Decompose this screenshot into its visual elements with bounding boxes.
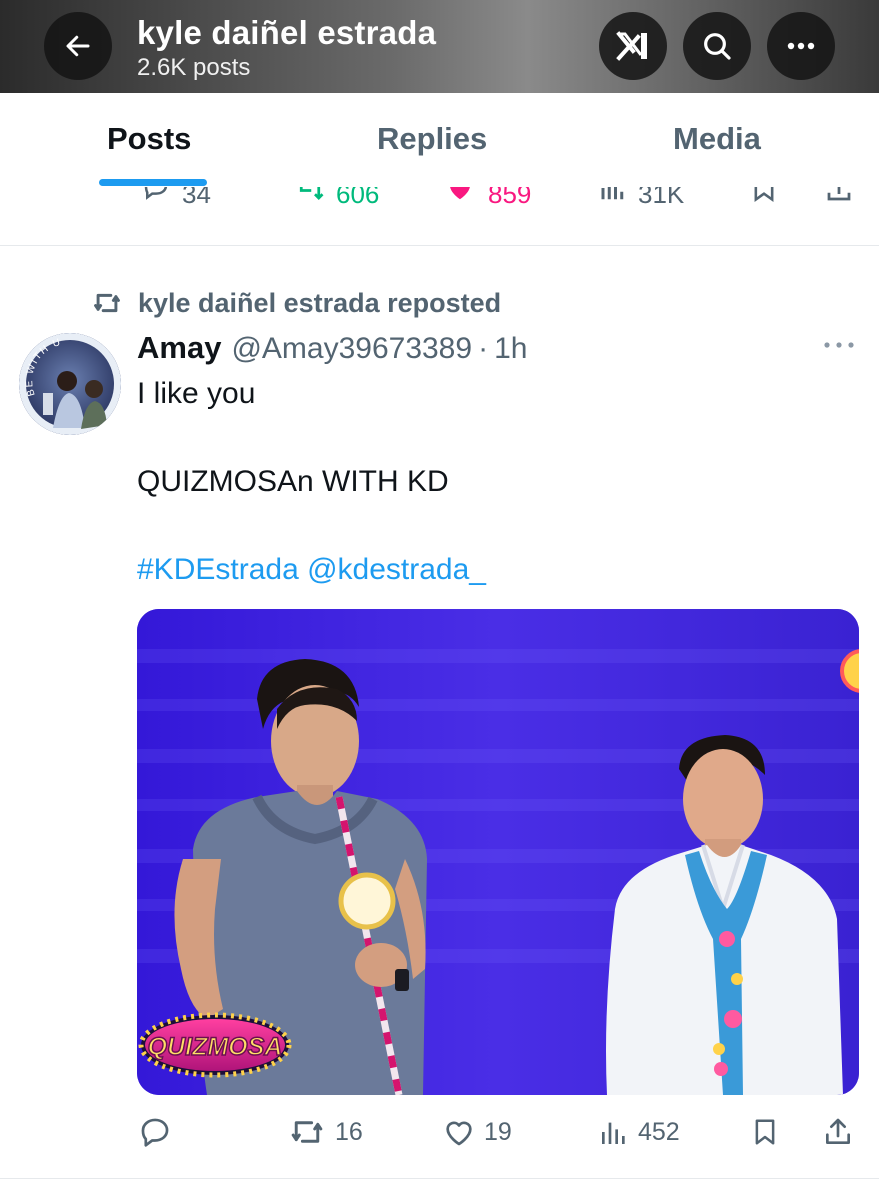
tab-replies[interactable]: Replies — [377, 121, 487, 157]
repost-icon — [94, 293, 120, 313]
tweet-more-icon[interactable] — [822, 340, 856, 350]
profile-name: kyle daiñel estrada — [137, 14, 437, 51]
grok-button[interactable] — [599, 12, 667, 80]
avatar-ring-text: BE WITH U — [24, 337, 63, 398]
repost-count: 16 — [335, 1117, 363, 1146]
tweet-text-line1: I like you — [137, 377, 256, 410]
share-icon — [826, 1118, 850, 1144]
repost-label: kyle daiñel estrada reposted — [138, 287, 502, 318]
separator: · — [478, 332, 489, 365]
media-logo-text: QUIZMOSA — [148, 1033, 283, 1061]
profile-header: kyle daiñel estrada 2.6K posts — [0, 0, 879, 93]
share-button[interactable] — [822, 1112, 854, 1152]
author-name[interactable]: Amay — [137, 330, 221, 366]
more-button[interactable] — [767, 12, 835, 80]
like-button[interactable]: 19 — [442, 1112, 512, 1152]
avatar-text: BE WITH U — [24, 337, 61, 398]
profile-tabs: Posts Replies Media — [0, 93, 879, 187]
like-filled-icon[interactable] — [444, 187, 476, 203]
reply-button[interactable] — [138, 1112, 180, 1152]
hashtag-link[interactable]: #KDEstrada — [137, 553, 299, 586]
bookmark-icon[interactable] — [750, 187, 778, 205]
post-time[interactable]: 1h — [494, 332, 527, 366]
like-icon — [446, 1121, 472, 1146]
repost-context[interactable]: kyle daiñel estrada reposted — [90, 286, 501, 320]
svg-text:BE WITH U: BE WITH U — [24, 337, 63, 398]
back-button[interactable] — [44, 12, 112, 80]
bookmark-icon — [755, 1119, 775, 1145]
previous-post-actions: 34 606 859 31K — [0, 187, 879, 207]
post-divider-bottom — [0, 1178, 879, 1179]
tweet-author-row: Amay @Amay39673389 · 1h — [137, 330, 527, 370]
bookmark-button[interactable] — [750, 1112, 780, 1152]
tweet-text-line2: QUIZMOSAn WITH KD — [137, 465, 449, 498]
previous-like-count: 859 — [488, 187, 532, 207]
tweet-tags: #KDEstrada @kdestrada_ — [137, 553, 486, 587]
reply-icon — [141, 1118, 169, 1147]
repost-button[interactable]: 16 — [287, 1112, 363, 1152]
share-icon[interactable] — [824, 187, 854, 205]
author-handle[interactable]: @Amay39673389 — [231, 332, 472, 366]
back-arrow-icon — [66, 35, 90, 57]
views-icon[interactable] — [598, 187, 628, 203]
tab-posts[interactable]: Posts — [107, 121, 191, 157]
reply-icon[interactable] — [140, 187, 172, 203]
tweet-media-image[interactable]: QUIZMOSA — [137, 609, 859, 1095]
mention-link[interactable]: @kdestrada_ — [307, 553, 486, 586]
search-icon — [704, 33, 731, 60]
repost-icon[interactable] — [292, 187, 328, 203]
more-icon — [787, 42, 815, 50]
grok-icon — [616, 31, 647, 61]
repost-icon — [291, 1121, 323, 1143]
views-icon — [602, 1122, 625, 1144]
previous-view-count: 31K — [638, 187, 685, 207]
previous-repost-count: 606 — [336, 187, 380, 207]
views-button[interactable]: 452 — [598, 1112, 680, 1152]
search-button[interactable] — [683, 12, 751, 80]
media-illustration: QUIZMOSA — [137, 609, 859, 1095]
view-count: 452 — [638, 1117, 680, 1146]
avatar[interactable]: BE WITH U — [19, 333, 121, 435]
post-divider — [0, 245, 879, 246]
active-tab-indicator — [99, 179, 207, 186]
like-count: 19 — [484, 1117, 512, 1146]
tab-media[interactable]: Media — [673, 121, 761, 157]
post-count: 2.6K posts — [137, 54, 251, 81]
previous-reply-count: 34 — [182, 187, 211, 207]
